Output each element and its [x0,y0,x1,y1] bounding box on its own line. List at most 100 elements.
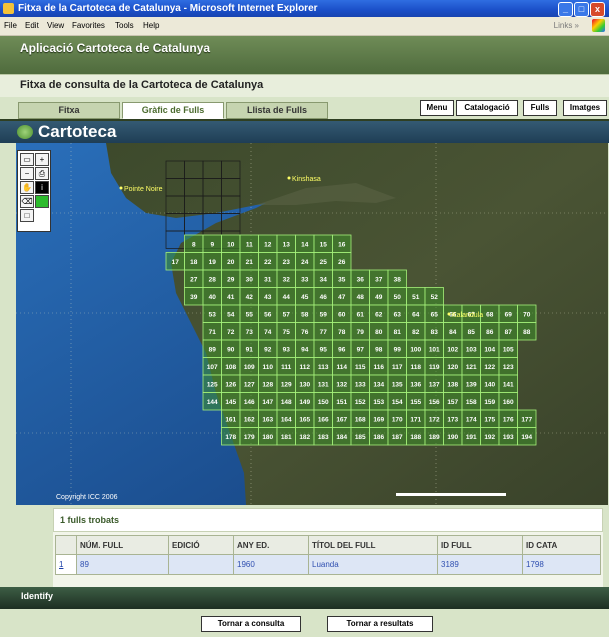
sheet-cell[interactable]: 14 [295,234,315,253]
tornar-a-resultats-button[interactable]: Tornar a resultats [327,616,433,632]
sheet-cell[interactable]: 36 [350,269,370,288]
sheet-cell[interactable]: 94 [295,339,315,358]
sheet-cell[interactable]: 129 [276,374,296,393]
sheet-cell[interactable]: 34 [313,269,333,288]
sheet-cell[interactable]: 166 [313,409,333,428]
row-index-link[interactable]: 1 [55,554,77,575]
sheet-cell[interactable]: 192 [480,427,500,446]
close-button[interactable]: x [590,2,605,17]
sheet-cell[interactable]: 17 [165,252,185,271]
sheet-cell[interactable]: 18 [184,252,204,271]
sheet-cell[interactable]: 63 [387,304,407,323]
sheet-cell[interactable]: 97 [350,339,370,358]
sheet-cell[interactable]: 175 [480,409,500,428]
sheet-cell[interactable]: 125 [202,374,222,393]
imatges-button[interactable]: Imatges [563,100,607,116]
sheet-cell[interactable]: 153 [369,392,389,411]
zoom-box-icon[interactable]: ▭ [20,153,34,166]
sheet-cell[interactable]: 72 [221,322,241,341]
sheet-cell[interactable]: 11 [239,234,259,253]
sheet-cell[interactable]: 42 [239,287,259,306]
sheet-cell[interactable]: 33 [295,269,315,288]
sheet-cell[interactable]: 10 [221,234,241,253]
sheet-cell[interactable]: 55 [239,304,259,323]
sheet-cell[interactable]: 110 [258,357,278,376]
sheet-cell[interactable]: 190 [443,427,463,446]
sheet-cell[interactable]: 16 [332,234,352,253]
sheet-cell[interactable]: 74 [258,322,278,341]
sheet-cell[interactable]: 191 [461,427,481,446]
sheet-cell[interactable]: 45 [295,287,315,306]
sheet-cell[interactable]: 31 [258,269,278,288]
sheet-cell[interactable]: 8 [184,234,204,253]
sheet-cell[interactable]: 149 [295,392,315,411]
sheet-cell[interactable]: 37 [369,269,389,288]
sheet-cell[interactable]: 168 [350,409,370,428]
sheet-cell[interactable]: 39 [184,287,204,306]
sheet-cell[interactable]: 82 [406,322,426,341]
sheet-cell[interactable]: 181 [276,427,296,446]
sheet-cell[interactable]: 155 [406,392,426,411]
sheet-cell[interactable]: 150 [313,392,333,411]
eraser-icon[interactable]: ⌫ [20,195,34,208]
sheet-cell[interactable]: 169 [369,409,389,428]
sheet-cell[interactable]: 136 [406,374,426,393]
sheet-cell[interactable]: 134 [369,374,389,393]
sheet-cell[interactable]: 176 [498,409,518,428]
sheet-cell[interactable]: 188 [406,427,426,446]
sheet-cell[interactable]: 137 [424,374,444,393]
sheet-cell[interactable]: 93 [276,339,296,358]
sheet-cell[interactable]: 116 [369,357,389,376]
sheet-cell[interactable]: 186 [369,427,389,446]
sheet-cell[interactable]: 141 [498,374,518,393]
sheet-cell[interactable]: 173 [443,409,463,428]
sheet-cell[interactable]: 70 [517,304,537,323]
sheet-cell[interactable]: 83 [424,322,444,341]
fulls-button[interactable]: Fulls [523,100,557,116]
sheet-cell[interactable]: 100 [406,339,426,358]
sheet-cell[interactable]: 130 [295,374,315,393]
sheet-cell[interactable]: 132 [332,374,352,393]
catalogacio-button[interactable]: Catalogació [456,100,518,116]
sheet-cell[interactable]: 171 [406,409,426,428]
sheet-cell[interactable]: 75 [276,322,296,341]
sheet-cell[interactable]: 174 [461,409,481,428]
sheet-cell[interactable]: 133 [350,374,370,393]
sheet-cell[interactable]: 73 [239,322,259,341]
sheet-cell[interactable]: 69 [498,304,518,323]
sheet-cell[interactable]: 118 [406,357,426,376]
sheet-cell[interactable]: 193 [498,427,518,446]
sheet-cell[interactable]: 51 [406,287,426,306]
sheet-cell[interactable]: 52 [424,287,444,306]
sheet-cell[interactable]: 154 [387,392,407,411]
sheet-cell[interactable]: 92 [258,339,278,358]
sheet-cell[interactable]: 47 [332,287,352,306]
sheet-cell[interactable]: 194 [517,427,537,446]
sheet-cell[interactable]: 20 [221,252,241,271]
sheet-cell[interactable]: 27 [184,269,204,288]
sheet-cell[interactable]: 86 [480,322,500,341]
sheet-cell[interactable]: 107 [202,357,222,376]
sheet-cell[interactable]: 88 [517,322,537,341]
sheet-cell[interactable]: 87 [498,322,518,341]
sheet-cell[interactable]: 185 [350,427,370,446]
sheet-cell[interactable]: 54 [221,304,241,323]
layer-green-icon[interactable] [35,195,49,208]
sheet-cell[interactable]: 53 [202,304,222,323]
sheet-cell[interactable]: 108 [221,357,241,376]
sheet-cell[interactable]: 84 [443,322,463,341]
sheet-cell[interactable]: 23 [276,252,296,271]
sheet-cell[interactable]: 95 [313,339,333,358]
minimize-button[interactable]: _ [558,2,573,17]
sheet-cell[interactable]: 122 [480,357,500,376]
sheet-cell[interactable]: 60 [332,304,352,323]
sheet-cell[interactable]: 79 [350,322,370,341]
sheet-cell[interactable]: 161 [221,409,241,428]
sheet-cell[interactable]: 99 [387,339,407,358]
sheet-cell[interactable]: 9 [202,234,222,253]
sheet-cell[interactable]: 119 [424,357,444,376]
sheet-cell[interactable]: 25 [313,252,333,271]
sheet-cell[interactable]: 29 [221,269,241,288]
sheet-cell[interactable]: 127 [239,374,259,393]
sheet-cell[interactable]: 41 [221,287,241,306]
